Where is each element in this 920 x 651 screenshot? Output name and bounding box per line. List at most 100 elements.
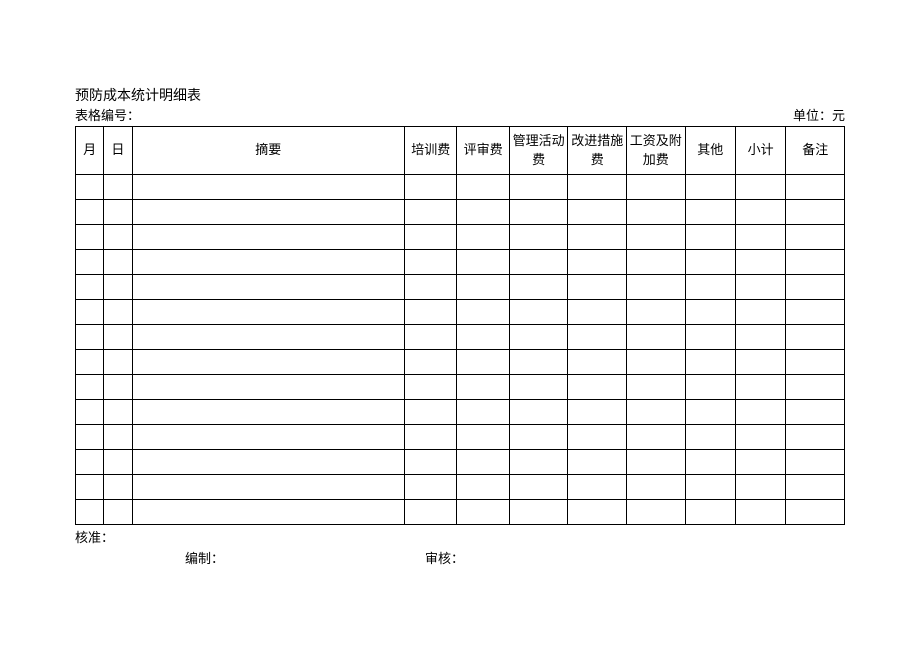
table-cell: [104, 300, 132, 325]
document-title: 预防成本统计明细表: [75, 85, 845, 105]
table-cell: [404, 175, 456, 200]
table-cell: [626, 425, 685, 450]
table-cell: [457, 175, 509, 200]
table-cell: [568, 500, 627, 525]
table-cell: [132, 225, 404, 250]
table-row: [76, 350, 845, 375]
cost-detail-table: 月 日 摘要 培训费 评审费 管理活动费 改进措施费 工资及附加费 其他 小计 …: [75, 126, 845, 525]
table-cell: [509, 450, 568, 475]
col-subtotal: 小计: [735, 127, 785, 175]
table-cell: [685, 500, 735, 525]
table-cell: [76, 425, 104, 450]
table-cell: [509, 225, 568, 250]
table-cell: [132, 275, 404, 300]
table-cell: [786, 400, 845, 425]
table-cell: [404, 275, 456, 300]
table-cell: [735, 275, 785, 300]
table-row: [76, 325, 845, 350]
table-cell: [568, 275, 627, 300]
table-cell: [685, 275, 735, 300]
table-cell: [132, 350, 404, 375]
col-improvement-fee: 改进措施费: [568, 127, 627, 175]
table-cell: [509, 175, 568, 200]
table-row: [76, 225, 845, 250]
table-cell: [404, 200, 456, 225]
table-cell: [626, 175, 685, 200]
table-cell: [76, 375, 104, 400]
table-row: [76, 250, 845, 275]
table-row: [76, 275, 845, 300]
table-cell: [568, 175, 627, 200]
table-cell: [685, 350, 735, 375]
table-cell: [509, 375, 568, 400]
table-cell: [735, 450, 785, 475]
footer-compile: 编制：: [185, 548, 425, 567]
table-cell: [104, 325, 132, 350]
table-cell: [626, 275, 685, 300]
table-cell: [786, 500, 845, 525]
table-cell: [735, 400, 785, 425]
table-cell: [457, 500, 509, 525]
table-cell: [626, 375, 685, 400]
table-cell: [132, 500, 404, 525]
table-cell: [76, 400, 104, 425]
table-cell: [76, 250, 104, 275]
table-cell: [685, 325, 735, 350]
table-cell: [685, 300, 735, 325]
table-row: [76, 175, 845, 200]
table-cell: [685, 175, 735, 200]
table-cell: [626, 325, 685, 350]
table-row: [76, 475, 845, 500]
unit-label: 单位：元: [793, 105, 845, 124]
table-row: [76, 375, 845, 400]
col-note: 备注: [786, 127, 845, 175]
table-cell: [735, 200, 785, 225]
table-cell: [509, 400, 568, 425]
table-cell: [76, 300, 104, 325]
table-row: [76, 500, 845, 525]
table-cell: [76, 500, 104, 525]
table-cell: [104, 200, 132, 225]
table-cell: [626, 225, 685, 250]
table-cell: [568, 325, 627, 350]
col-other: 其他: [685, 127, 735, 175]
table-cell: [735, 325, 785, 350]
table-cell: [104, 225, 132, 250]
table-cell: [404, 500, 456, 525]
table-cell: [786, 250, 845, 275]
table-cell: [457, 425, 509, 450]
table-cell: [568, 450, 627, 475]
table-cell: [132, 400, 404, 425]
table-cell: [76, 475, 104, 500]
table-cell: [685, 400, 735, 425]
table-cell: [568, 300, 627, 325]
table-cell: [76, 175, 104, 200]
table-cell: [132, 450, 404, 475]
col-summary: 摘要: [132, 127, 404, 175]
table-cell: [104, 400, 132, 425]
table-cell: [685, 250, 735, 275]
table-cell: [568, 350, 627, 375]
table-cell: [509, 350, 568, 375]
table-cell: [76, 225, 104, 250]
table-cell: [104, 175, 132, 200]
table-cell: [104, 275, 132, 300]
table-row: [76, 200, 845, 225]
table-cell: [685, 450, 735, 475]
table-cell: [786, 200, 845, 225]
table-cell: [132, 250, 404, 275]
table-cell: [509, 425, 568, 450]
table-cell: [404, 425, 456, 450]
table-cell: [509, 325, 568, 350]
table-cell: [568, 425, 627, 450]
table-cell: [568, 475, 627, 500]
table-cell: [509, 250, 568, 275]
table-cell: [568, 400, 627, 425]
table-cell: [735, 425, 785, 450]
table-cell: [76, 275, 104, 300]
table-cell: [626, 250, 685, 275]
header-row: 表格编号： 单位：元: [75, 105, 845, 124]
table-cell: [76, 350, 104, 375]
footer-audit: 审核：: [425, 548, 464, 567]
table-cell: [404, 225, 456, 250]
